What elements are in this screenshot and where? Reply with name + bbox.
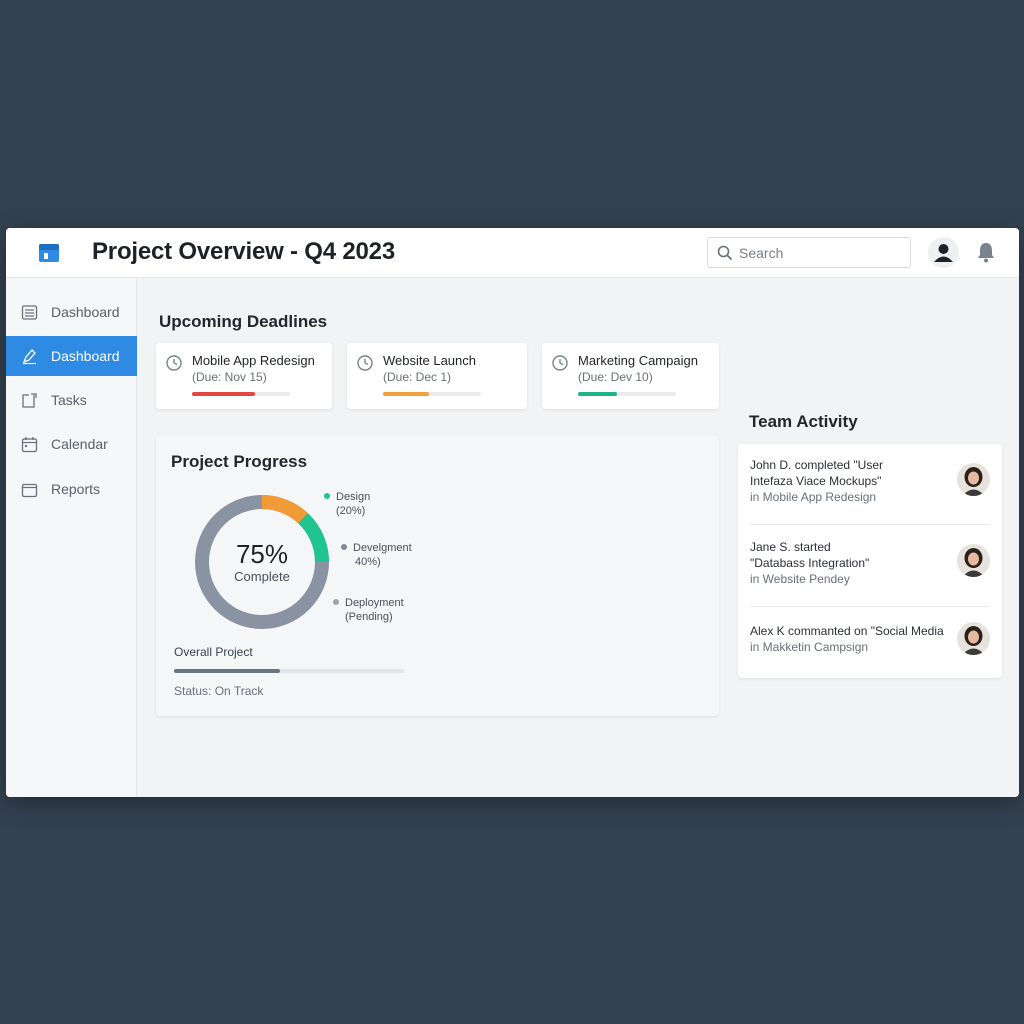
legend-value: (20%): [336, 505, 366, 517]
deadline-card[interactable]: Marketing Campaign (Due: Dev 10): [542, 343, 719, 409]
deadline-card[interactable]: Mobile App Redesign (Due: Nov 15): [156, 343, 332, 409]
divider: [750, 524, 990, 525]
avatar[interactable]: [957, 463, 990, 496]
calendar-icon: [21, 437, 38, 453]
deadline-name: Website Launch: [383, 353, 476, 368]
user-avatar-button[interactable]: [928, 237, 959, 268]
sidebar-item-label: Dashboard: [51, 348, 120, 364]
activity-line: in Website Pendey: [750, 572, 850, 586]
team-activity-title: Team Activity: [749, 412, 858, 431]
legend-development: Develgment 40%): [353, 541, 412, 569]
sidebar-item-label: Reports: [51, 481, 101, 497]
legend-value: (Pending): [345, 611, 393, 623]
person-avatar-icon: [957, 544, 990, 577]
upcoming-deadlines-title: Upcoming Deadlines: [159, 312, 328, 331]
sidebar-item-dashboard-active[interactable]: Dashboard: [6, 336, 137, 376]
person-avatar-icon: [957, 622, 990, 655]
status-text: Status: On Track: [174, 684, 264, 698]
project-progress-title: Project Progress: [171, 452, 308, 471]
legend-name: Deployment: [345, 597, 404, 609]
overall-progress-fill: [174, 669, 280, 673]
sidebar-item-tasks[interactable]: Tasks: [6, 380, 137, 420]
sidebar-item-reports[interactable]: Reports: [6, 469, 137, 509]
sidebar: Dashboard Dashboard Tasks Calendar Repor…: [6, 279, 137, 797]
folder-icon: [21, 483, 38, 498]
avatar[interactable]: [957, 544, 990, 577]
deadline-due: (Due: Dev 10): [578, 370, 653, 384]
activity-item[interactable]: John D. completed "User Intefaza Viace M…: [750, 457, 990, 505]
deadline-progress-track: [192, 392, 290, 396]
overall-progress-track: [174, 669, 404, 673]
search-input[interactable]: [739, 242, 904, 264]
legend-name: Design: [336, 491, 371, 503]
sidebar-item-label: Calendar: [51, 436, 108, 452]
clock-icon: [552, 355, 568, 371]
legend-name: Develgment: [353, 542, 412, 554]
bell-icon[interactable]: [976, 241, 996, 263]
list-icon: [21, 305, 38, 320]
donut-percent: 75%: [235, 539, 289, 569]
overall-project-label: Overall Project: [174, 645, 253, 659]
top-bar: Project Overview - Q4 2023: [6, 228, 1019, 278]
legend-dot-development: [341, 544, 347, 550]
deadline-progress-fill: [578, 392, 618, 396]
search-icon: [717, 245, 733, 261]
activity-item[interactable]: Alex K commanted on "Social Media in Mak…: [750, 623, 990, 655]
tasks-icon: [22, 393, 37, 408]
page-title: Project Overview - Q4 2023: [92, 238, 395, 265]
legend-value: 40%): [355, 556, 381, 568]
activity-line: "Databass Integration": [750, 556, 870, 570]
sidebar-item-label: Tasks: [51, 392, 87, 408]
sidebar-item-label: Dashboard: [51, 304, 120, 320]
activity-line: Alex K commanted on "Social Media: [750, 624, 944, 638]
app-logo-icon[interactable]: [38, 241, 60, 263]
donut-complete-label: Complete: [234, 569, 290, 584]
activity-line: in Mobile App Redesign: [750, 490, 877, 504]
team-activity-panel: John D. completed "User Intefaza Viace M…: [738, 444, 1002, 678]
deadline-name: Marketing Campaign: [578, 353, 698, 368]
divider: [750, 606, 990, 607]
deadline-progress-track: [578, 392, 676, 396]
clock-icon: [357, 355, 373, 371]
person-avatar-icon: [957, 463, 990, 496]
main-content: Upcoming Deadlines Mobile App Redesign (…: [137, 279, 1019, 797]
sidebar-item-dashboard[interactable]: Dashboard: [6, 292, 137, 332]
user-icon: [934, 244, 953, 262]
pen-icon: [22, 349, 36, 365]
deadline-name: Mobile App Redesign: [192, 353, 315, 368]
deadline-progress-fill: [383, 392, 430, 396]
activity-line: in Makketin Campsign: [750, 640, 869, 654]
deadline-progress-track: [383, 392, 481, 396]
activity-line: Intefaza Viace Mockups": [750, 474, 882, 488]
deadline-card[interactable]: Website Launch (Due: Dec 1): [347, 343, 527, 409]
deadline-due: (Due: Dec 1): [383, 370, 452, 384]
legend-dot-design: [324, 493, 330, 499]
activity-line: John D. completed "User: [750, 458, 883, 472]
activity-item[interactable]: Jane S. started "Databass Integration" i…: [750, 539, 990, 587]
legend-deployment: Deployment (Pending): [345, 596, 404, 624]
sidebar-item-calendar[interactable]: Calendar: [6, 424, 137, 464]
legend-dot-deployment: [333, 599, 339, 605]
search-box[interactable]: [707, 237, 911, 268]
clock-icon: [166, 355, 182, 371]
deadline-progress-fill: [192, 392, 255, 396]
avatar[interactable]: [957, 622, 990, 655]
deadline-due: (Due: Nov 15): [192, 370, 267, 384]
app-window: Project Overview - Q4 2023 Search Dashbo…: [6, 228, 1019, 797]
project-progress-panel: Project Progress 75% Complete Design (20…: [156, 435, 719, 716]
activity-line: Jane S. started: [750, 540, 831, 554]
legend-design: Design (20%): [336, 490, 370, 518]
